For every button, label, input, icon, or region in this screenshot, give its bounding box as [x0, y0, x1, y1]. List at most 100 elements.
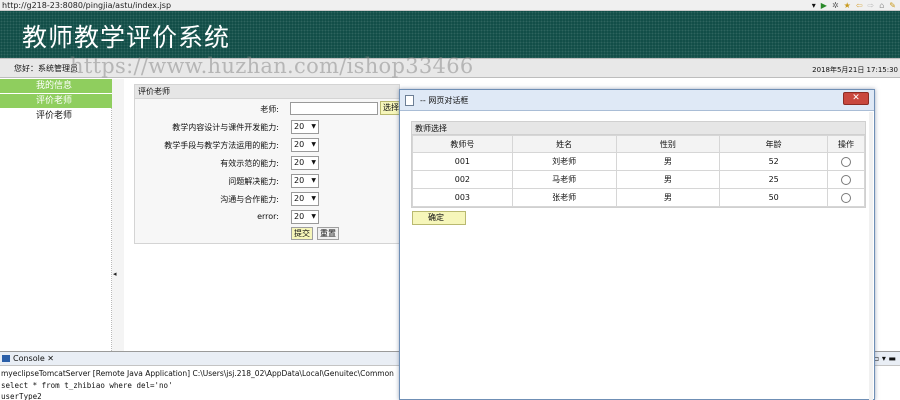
teacher-table: 教师号 姓名 性别 年龄 操作 001 刘老师 男 52 002 马老师 男 2… — [412, 135, 865, 207]
score-select[interactable]: 20 ▼ — [291, 156, 319, 170]
edit-icon[interactable]: ✎ — [889, 0, 896, 11]
form-row-criterion: 教学手段与教学方法运用的能力: 20 ▼ — [135, 137, 401, 155]
chevron-down-icon: ▼ — [311, 123, 316, 130]
collapse-arrow-icon[interactable]: ◂ — [113, 270, 117, 278]
cell-age: 50 — [719, 188, 829, 207]
bookmark-icon[interactable]: ★ — [844, 0, 851, 11]
console-tab-label: Console ✕ — [13, 354, 55, 363]
dialog-scrollbar[interactable] — [869, 112, 873, 400]
select-radio[interactable] — [841, 192, 852, 203]
cell-action — [827, 170, 865, 189]
table-header-row: 教师号 姓名 性别 年龄 操作 — [412, 135, 865, 153]
sidebar: 我的信息 评价老师 评价老师 — [0, 79, 112, 351]
page-icon — [405, 95, 414, 106]
score-select[interactable]: 20 ▼ — [291, 210, 319, 224]
console-output-line: userType2 — [1, 392, 42, 400]
console-icon — [2, 355, 10, 362]
select-radio[interactable] — [841, 156, 852, 167]
column-header: 教师号 — [412, 135, 513, 153]
cell-gender: 男 — [615, 152, 721, 171]
table-row[interactable]: 003 张老师 男 50 — [412, 188, 865, 207]
back-icon[interactable]: ⇦ — [856, 0, 863, 11]
score-value: 20 — [294, 212, 305, 221]
cell-action — [827, 188, 865, 207]
dialog-title: -- 网页对话框 — [420, 96, 469, 105]
watermark-text: https://www.huzhan.com/ishop33466 — [70, 54, 474, 78]
column-header: 性别 — [615, 135, 721, 153]
score-value: 20 — [294, 158, 305, 167]
criterion-label: 教学手段与教学方法运用的能力: — [164, 141, 279, 150]
teacher-input[interactable] — [290, 102, 378, 115]
confirm-button[interactable]: 确定 — [412, 211, 466, 225]
cell-age: 52 — [719, 152, 829, 171]
score-select[interactable]: 20 ▼ — [291, 192, 319, 206]
console-tab[interactable]: Console ✕ — [2, 353, 54, 365]
form-row-criterion: 沟通与合作能力: 20 ▼ — [135, 191, 401, 209]
teacher-select-dialog: -- 网页对话框 ✕ 教师选择 教师号 姓名 性别 年龄 操作 001 刘老师 … — [399, 89, 875, 400]
cell-name: 刘老师 — [511, 152, 617, 171]
cell-action — [827, 152, 865, 171]
cell-name: 马老师 — [511, 170, 617, 189]
dialog-titlebar[interactable]: -- 网页对话框 ✕ — [400, 90, 874, 111]
chevron-down-icon: ▼ — [311, 195, 316, 202]
sidebar-item-my-info[interactable]: 我的信息 — [0, 79, 112, 93]
dropdown-icon[interactable]: ▾ — [812, 0, 816, 11]
form-row-actions: 提交 重置 — [135, 226, 401, 244]
column-header: 操作 — [827, 135, 865, 153]
submit-button[interactable]: 提交 — [291, 227, 313, 240]
sidebar-splitter[interactable] — [112, 79, 124, 351]
criterion-label: 沟通与合作能力: — [220, 195, 279, 204]
form-row-criterion: 问题解决能力: 20 ▼ — [135, 173, 401, 191]
score-select[interactable]: 20 ▼ — [291, 138, 319, 152]
cell-id: 001 — [412, 152, 513, 171]
cell-gender: 男 — [615, 170, 721, 189]
console-controls[interactable]: ▫ ▾ ▬ — [874, 353, 896, 365]
home-icon[interactable]: ⌂ — [879, 0, 884, 11]
evaluation-form: 评价老师 老师: 选择 教学内容设计与课件开发能力: 20 ▼ 教学手段与教学方法… — [134, 84, 401, 244]
dialog-body: 教师选择 教师号 姓名 性别 年龄 操作 001 刘老师 男 52 002 马老… — [402, 111, 872, 399]
ide-toolbar: ▾ ▶ ✲ ★ ⇦ ⇨ ⌂ ✎ — [812, 0, 896, 11]
cell-age: 25 — [719, 170, 829, 189]
cell-name: 张老师 — [511, 188, 617, 207]
form-row-teacher: 老师: 选择 — [135, 101, 401, 119]
score-select[interactable]: 20 ▼ — [291, 120, 319, 134]
form-row-criterion: 教学内容设计与课件开发能力: 20 ▼ — [135, 119, 401, 137]
cell-id: 002 — [412, 170, 513, 189]
table-row[interactable]: 001 刘老师 男 52 — [412, 152, 865, 171]
current-datetime: 2018年5月21日 17:15:30 — [812, 66, 898, 74]
chevron-down-icon: ▼ — [311, 141, 316, 148]
greeting-text: 您好：系统管理员 — [14, 64, 78, 73]
form-row-criterion: error: 20 ▼ — [135, 209, 401, 227]
chevron-down-icon: ▼ — [311, 159, 316, 166]
sidebar-item-evaluate-teacher[interactable]: 评价老师 — [0, 94, 112, 108]
forward-icon[interactable]: ⇨ — [868, 0, 875, 11]
run-icon[interactable]: ▶ — [821, 0, 827, 11]
column-header: 年龄 — [719, 135, 829, 153]
teacher-label: 老师: — [260, 105, 279, 114]
select-radio[interactable] — [841, 174, 852, 185]
criterion-label: 有效示范的能力: — [220, 159, 279, 168]
close-button[interactable]: ✕ — [843, 92, 869, 105]
browser-url[interactable]: http://g218-23:8080/pingjia/astu/index.j… — [2, 0, 171, 11]
cell-gender: 男 — [615, 188, 721, 207]
select-teacher-button[interactable]: 选择 — [380, 101, 401, 115]
form-row-criterion: 有效示范的能力: 20 ▼ — [135, 155, 401, 173]
score-value: 20 — [294, 176, 305, 185]
app-title: 教师教学评价系统 — [22, 23, 231, 52]
sidebar-subitem-evaluate-teacher[interactable]: 评价老师 — [0, 109, 112, 123]
score-value: 20 — [294, 122, 305, 131]
criterion-label: error: — [257, 212, 279, 221]
table-row[interactable]: 002 马老师 男 25 — [412, 170, 865, 189]
console-server-line: myeclipseTomcatServer [Remote Java Appli… — [1, 369, 394, 378]
column-header: 姓名 — [511, 135, 617, 153]
criterion-label: 教学内容设计与课件开发能力: — [172, 123, 279, 132]
app-header: 教师教学评价系统 — [0, 11, 900, 58]
reset-button[interactable]: 重置 — [317, 227, 339, 240]
criterion-label: 问题解决能力: — [228, 177, 279, 186]
console-output-line: select * from t_zhibiao where del='no' — [1, 381, 173, 390]
teacher-select-panel: 教师选择 教师号 姓名 性别 年龄 操作 001 刘老师 男 52 002 马老… — [411, 121, 866, 208]
panel-title: 教师选择 — [412, 122, 865, 135]
browser-url-bar: http://g218-23:8080/pingjia/astu/index.j… — [0, 0, 900, 11]
debug-icon[interactable]: ✲ — [832, 0, 839, 11]
score-select[interactable]: 20 ▼ — [291, 174, 319, 188]
